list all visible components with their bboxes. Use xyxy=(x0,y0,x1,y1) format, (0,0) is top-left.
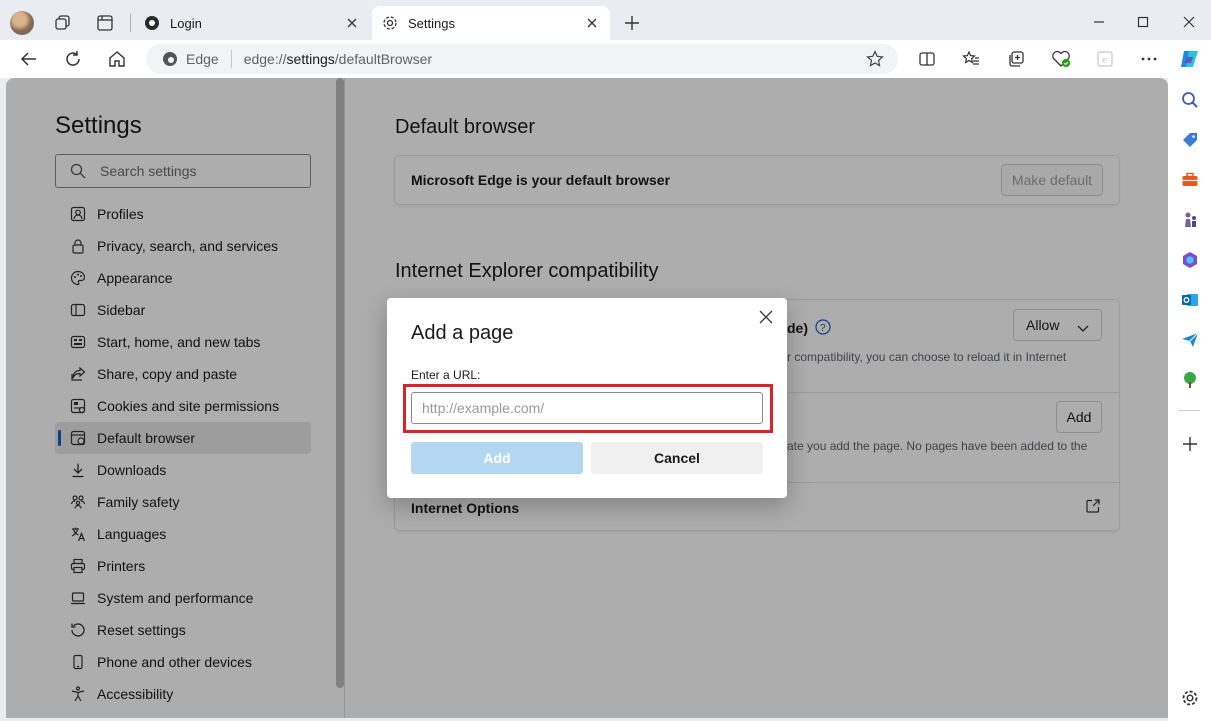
globe-icon xyxy=(144,15,160,31)
back-arrow-icon[interactable] xyxy=(18,48,40,70)
favorites-icon[interactable] xyxy=(960,48,982,70)
outlook-icon[interactable] xyxy=(1180,290,1200,310)
tab-actions-icon[interactable] xyxy=(94,12,116,34)
tab-settings[interactable]: Settings xyxy=(372,6,610,40)
favorite-star-icon[interactable] xyxy=(866,50,884,68)
shopping-tag-icon[interactable] xyxy=(1180,130,1200,150)
rail-separator xyxy=(1178,410,1200,411)
edge-logo-icon xyxy=(162,51,178,67)
tab-separator xyxy=(130,14,131,32)
close-icon[interactable] xyxy=(757,308,775,326)
tab-login[interactable]: Login xyxy=(134,6,370,40)
omnibox-separator xyxy=(230,50,232,68)
toolbar: Edge edge://settings/defaultBrowser e xyxy=(0,40,1211,78)
collections-icon[interactable] xyxy=(1005,48,1027,70)
profile-avatar[interactable] xyxy=(10,11,34,35)
cancel-button[interactable]: Cancel xyxy=(591,442,763,474)
maximize-button[interactable] xyxy=(1133,12,1153,32)
tab-strip: Login Settings xyxy=(0,0,1211,44)
tab-title: Settings xyxy=(408,15,455,31)
gear-icon[interactable] xyxy=(1180,688,1200,708)
more-options-icon[interactable] xyxy=(1138,48,1160,70)
svg-text:e: e xyxy=(1102,55,1107,65)
gear-icon xyxy=(382,15,398,31)
new-tab-button[interactable] xyxy=(622,13,642,33)
add-icon[interactable] xyxy=(1180,434,1200,454)
minimize-button[interactable] xyxy=(1089,12,1109,32)
url-input[interactable] xyxy=(411,392,763,424)
search-icon[interactable] xyxy=(1180,90,1200,110)
copilot-icon[interactable] xyxy=(1178,47,1202,71)
add-button[interactable]: Add xyxy=(411,442,583,474)
ie-mode-icon[interactable]: e xyxy=(1094,48,1116,70)
send-icon[interactable] xyxy=(1180,330,1200,350)
tools-icon[interactable] xyxy=(1180,170,1200,190)
refresh-icon[interactable] xyxy=(62,48,84,70)
workspaces-icon[interactable] xyxy=(52,12,74,34)
games-icon[interactable] xyxy=(1180,210,1200,230)
browser-essentials-icon[interactable] xyxy=(1050,48,1072,70)
tree-icon[interactable] xyxy=(1180,370,1200,390)
address-bar[interactable]: Edge edge://settings/defaultBrowser xyxy=(146,44,898,74)
split-screen-icon[interactable] xyxy=(916,48,938,70)
copilot-apps-icon[interactable] xyxy=(1180,250,1200,270)
home-icon[interactable] xyxy=(106,48,128,70)
url-text: edge://settings/defaultBrowser xyxy=(243,51,433,67)
url-label: Enter a URL: xyxy=(411,368,481,382)
add-page-dialog: Add a page Enter a URL: Add Cancel xyxy=(387,298,787,498)
dialog-title: Add a page xyxy=(411,322,514,344)
tab-title: Login xyxy=(170,15,202,31)
close-window-button[interactable] xyxy=(1179,12,1199,32)
close-icon[interactable] xyxy=(344,15,360,31)
edge-label: Edge xyxy=(186,51,219,67)
close-icon[interactable] xyxy=(584,15,600,31)
edge-sidebar xyxy=(1168,78,1211,721)
